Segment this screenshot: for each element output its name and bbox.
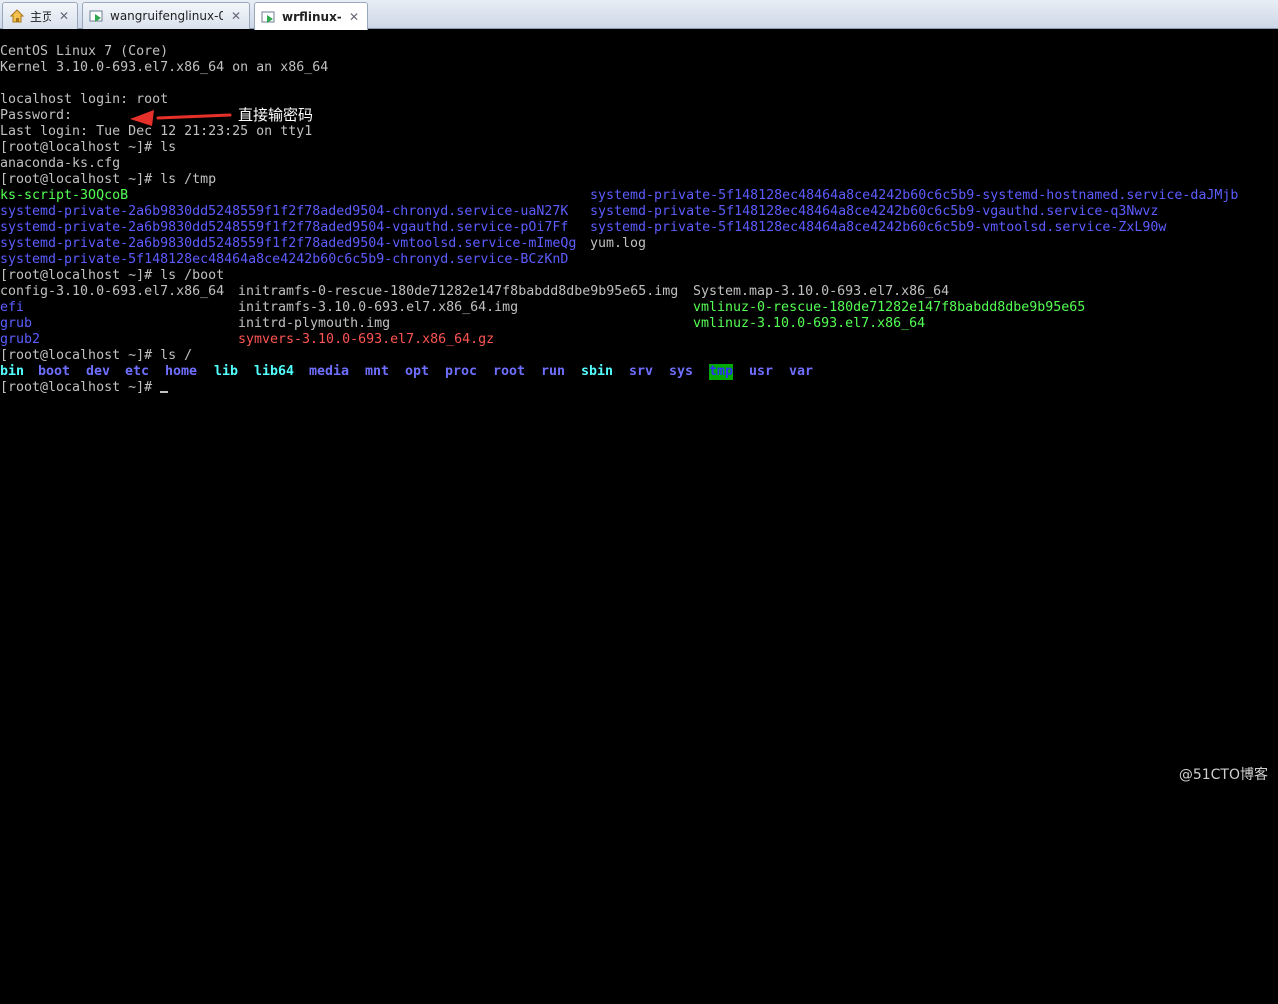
tab-label: 主页 — [30, 8, 51, 25]
home-icon — [9, 8, 25, 24]
tab-wangruifenglinux-01[interactable]: wangruifenglinux-01 ✕ — [82, 2, 250, 29]
tmp-entry: systemd-private-5f148128ec48464a8ce4242b… — [590, 188, 1238, 204]
tmp-entry: systemd-private-2a6b9830dd5248559f1f2f78… — [0, 204, 568, 220]
root-entry: media — [309, 364, 349, 380]
boot-entry: initramfs-0-rescue-180de71282e147f8babdd… — [238, 284, 678, 300]
root-entry: lib — [214, 364, 238, 380]
root-entry: srv — [629, 364, 653, 380]
tab-wrflinux-02[interactable]: wrflinux-02 ✕ — [254, 2, 368, 30]
console-line: Kernel 3.10.0-693.el7.x86_64 on an x86_6… — [0, 60, 328, 76]
boot-entry: grub2 — [0, 332, 40, 348]
tmp-entry: systemd-private-5f148128ec48464a8ce4242b… — [0, 252, 568, 268]
root-entry: root — [493, 364, 525, 380]
vm-icon — [89, 8, 105, 24]
console-screen[interactable]: CentOS Linux 7 (Core) Kernel 3.10.0-693.… — [0, 44, 16, 1004]
root-entry: opt — [405, 364, 429, 380]
console-line: [root@localhost ~]# ls — [0, 140, 176, 156]
tmp-entry: systemd-private-2a6b9830dd5248559f1f2f78… — [0, 220, 568, 236]
console-line: Password: — [0, 108, 72, 124]
root-entry: lib64 — [254, 364, 294, 380]
annotation-label: 直接输密码 — [238, 104, 313, 125]
tmp-entry: ks-script-3OQcoB — [0, 188, 128, 204]
text-cursor — [160, 391, 168, 393]
tab-label: wrflinux-02 — [282, 10, 341, 24]
root-entry: sbin — [581, 364, 613, 380]
root-entry: proc — [445, 364, 477, 380]
boot-entry: initramfs-3.10.0-693.el7.x86_64.img — [238, 300, 518, 316]
tab-label: wangruifenglinux-01 — [110, 9, 223, 23]
tmp-entry: systemd-private-2a6b9830dd5248559f1f2f78… — [0, 236, 576, 252]
tmp-entry: yum.log — [590, 236, 646, 252]
root-entry: var — [789, 364, 813, 380]
boot-entry: symvers-3.10.0-693.el7.x86_64.gz — [238, 332, 494, 348]
arrow-icon — [128, 106, 232, 128]
tab-home[interactable]: 主页 ✕ — [2, 2, 78, 29]
root-entry: dev — [86, 364, 110, 380]
boot-entry: efi — [0, 300, 24, 316]
console-line: anaconda-ks.cfg — [0, 156, 120, 172]
close-icon[interactable]: ✕ — [57, 9, 71, 23]
root-entry: home — [165, 364, 197, 380]
tmp-entry: systemd-private-5f148128ec48464a8ce4242b… — [590, 204, 1158, 220]
boot-entry: grub — [0, 316, 32, 332]
console-line: CentOS Linux 7 (Core) — [0, 44, 168, 60]
console-line: [root@localhost ~]# ls /boot — [0, 268, 224, 284]
root-entry: usr — [749, 364, 773, 380]
vm-icon — [261, 9, 277, 25]
boot-entry: vmlinuz-0-rescue-180de71282e147f8babdd8d… — [693, 300, 1085, 316]
root-entry: etc — [125, 364, 149, 380]
console-line: [root@localhost ~]# ls / — [0, 348, 192, 364]
boot-entry: initrd-plymouth.img — [238, 316, 390, 332]
root-entry: run — [541, 364, 565, 380]
close-icon[interactable]: ✕ — [229, 9, 243, 23]
console-prompt[interactable]: [root@localhost ~]# — [0, 380, 168, 396]
watermark: @51CTO博客 — [1179, 764, 1268, 784]
root-entry: mnt — [365, 364, 389, 380]
prompt-text: [root@localhost ~]# — [0, 380, 160, 395]
root-entry-sticky: tmp — [709, 364, 733, 380]
root-entry: boot — [38, 364, 70, 380]
root-entry: bin — [0, 364, 24, 380]
tab-bar: 主页 ✕ wangruifenglinux-01 ✕ wrflinux-02 ✕ — [0, 0, 1278, 29]
console-line: [root@localhost ~]# ls /tmp — [0, 172, 216, 188]
tmp-entry: systemd-private-5f148128ec48464a8ce4242b… — [590, 220, 1166, 236]
root-entry: sys — [669, 364, 693, 380]
boot-entry: vmlinuz-3.10.0-693.el7.x86_64 — [693, 316, 925, 332]
close-icon[interactable]: ✕ — [347, 10, 361, 24]
boot-entry: config-3.10.0-693.el7.x86_64 — [0, 284, 224, 300]
boot-entry: System.map-3.10.0-693.el7.x86_64 — [693, 284, 949, 300]
